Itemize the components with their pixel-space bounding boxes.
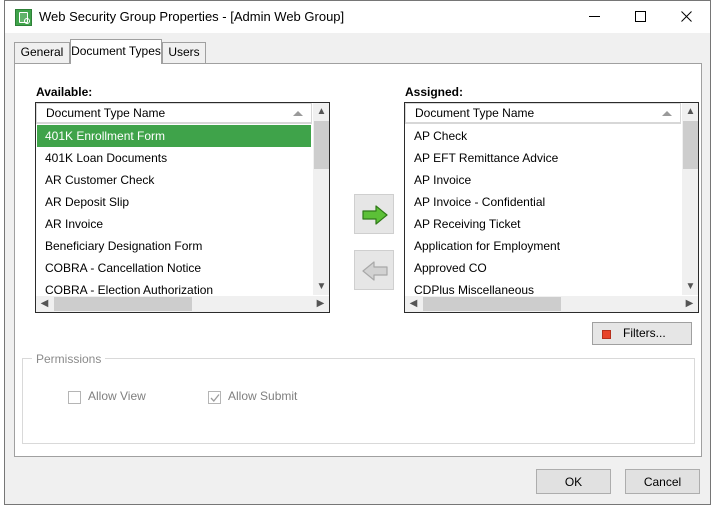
arrow-left-icon — [362, 261, 388, 281]
tab-document-types[interactable]: Document Types — [70, 39, 162, 64]
scroll-thumb[interactable] — [54, 297, 192, 311]
filters-button[interactable]: Filters... — [592, 322, 692, 345]
sort-ascending-icon — [293, 111, 303, 116]
sort-ascending-icon — [662, 111, 672, 116]
cancel-button[interactable]: Cancel — [625, 469, 700, 494]
checkbox-box — [68, 391, 81, 404]
list-item[interactable]: COBRA - Election Authorization — [37, 279, 311, 294]
scroll-thumb[interactable] — [423, 297, 561, 311]
tab-strip: General Document Types Users — [14, 39, 702, 64]
list-item[interactable]: 401K Enrollment Form — [37, 125, 311, 147]
scroll-thumb[interactable] — [314, 121, 329, 169]
available-items: 401K Enrollment Form 401K Loan Documents… — [37, 125, 311, 294]
scroll-up-icon[interactable]: ▲ — [313, 103, 329, 120]
assigned-vertical-scrollbar[interactable]: ▲ ▼ — [681, 103, 698, 295]
list-item[interactable]: 401K Loan Documents — [37, 147, 311, 169]
maximize-icon[interactable] — [617, 1, 663, 31]
scroll-left-icon[interactable]: ◀ — [405, 296, 422, 312]
filters-button-label: Filters... — [623, 326, 666, 340]
assigned-column-header[interactable]: Document Type Name — [405, 103, 681, 124]
available-horizontal-scrollbar[interactable]: ◀ ▶ — [36, 295, 329, 312]
list-item[interactable]: AP EFT Remittance Advice — [406, 147, 680, 169]
permissions-group: Permissions Allow View Allow Submit — [22, 352, 695, 444]
allow-submit-label: Allow Submit — [228, 389, 298, 403]
list-item[interactable]: AP Receiving Ticket — [406, 213, 680, 235]
assigned-label: Assigned: — [405, 85, 464, 99]
ok-button[interactable]: OK — [536, 469, 611, 494]
assigned-horizontal-scrollbar[interactable]: ◀ ▶ — [405, 295, 698, 312]
tab-general[interactable]: General — [14, 42, 70, 63]
dialog-window: Web Security Group Properties - [Admin W… — [4, 0, 711, 505]
scroll-thumb[interactable] — [683, 121, 698, 169]
document-types-panel: Available: Assigned: Document Type Name … — [14, 63, 702, 457]
list-item[interactable]: Beneficiary Designation Form — [37, 235, 311, 257]
available-label: Available: — [36, 85, 93, 99]
window-title: Web Security Group Properties - [Admin W… — [39, 9, 345, 24]
list-item[interactable]: AR Invoice — [37, 213, 311, 235]
list-item[interactable]: AR Deposit Slip — [37, 191, 311, 213]
permissions-legend: Permissions — [32, 352, 106, 366]
available-column-header-label: Document Type Name — [36, 103, 312, 123]
unassign-button[interactable] — [354, 250, 394, 290]
scroll-right-icon[interactable]: ▶ — [681, 296, 698, 312]
scroll-down-icon[interactable]: ▼ — [313, 278, 329, 295]
allow-view-label: Allow View — [88, 389, 146, 403]
list-item[interactable]: AR Customer Check — [37, 169, 311, 191]
available-vertical-scrollbar[interactable]: ▲ ▼ — [312, 103, 329, 295]
close-icon[interactable] — [663, 1, 709, 31]
scroll-right-icon[interactable]: ▶ — [312, 296, 329, 312]
checkbox-box — [208, 391, 221, 404]
web-security-group-icon — [15, 9, 32, 26]
available-listbox[interactable]: Document Type Name 401K Enrollment Form … — [35, 102, 330, 313]
checkmark-icon — [210, 394, 220, 402]
list-item[interactable]: AP Invoice - Confidential — [406, 191, 680, 213]
scroll-up-icon[interactable]: ▲ — [682, 103, 698, 120]
available-column-header[interactable]: Document Type Name — [36, 103, 312, 124]
list-item[interactable]: Application for Employment — [406, 235, 680, 257]
list-item[interactable]: AP Check — [406, 125, 680, 147]
scroll-down-icon[interactable]: ▼ — [682, 278, 698, 295]
scroll-left-icon[interactable]: ◀ — [36, 296, 53, 312]
minimize-icon[interactable] — [571, 1, 617, 31]
tab-users[interactable]: Users — [162, 42, 206, 63]
list-item[interactable]: AP Invoice — [406, 169, 680, 191]
assign-button[interactable] — [354, 194, 394, 234]
list-item[interactable]: CDPlus Miscellaneous — [406, 279, 680, 294]
list-item[interactable]: COBRA - Cancellation Notice — [37, 257, 311, 279]
assigned-listbox[interactable]: Document Type Name AP Check AP EFT Remit… — [404, 102, 699, 313]
list-item[interactable]: Approved CO — [406, 257, 680, 279]
assigned-column-header-label: Document Type Name — [405, 103, 681, 123]
arrow-right-icon — [362, 205, 388, 225]
filter-icon — [602, 330, 611, 339]
assigned-items: AP Check AP EFT Remittance Advice AP Inv… — [406, 125, 680, 294]
title-bar: Web Security Group Properties - [Admin W… — [5, 1, 710, 33]
